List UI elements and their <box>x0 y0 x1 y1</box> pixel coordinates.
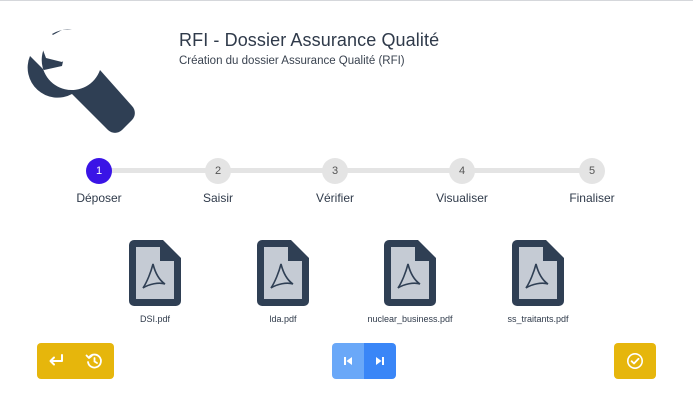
page-subtitle: Création du dossier Assurance Qualité (R… <box>179 55 405 67</box>
pdf-file-icon <box>129 240 181 306</box>
step-label: Finaliser <box>569 191 615 205</box>
file-name: lda.pdf <box>269 314 297 324</box>
reset-button[interactable] <box>74 343 114 379</box>
file-item-dsi[interactable]: DSI.pdf <box>100 240 210 324</box>
first-page-button[interactable] <box>332 343 364 379</box>
skip-to-start-icon <box>344 357 352 365</box>
return-arrow-icon <box>49 354 63 366</box>
step-number: 1 <box>86 158 112 184</box>
file-item-nuclear-business[interactable]: nuclear_business.pdf <box>355 240 465 324</box>
step-label: Vérifier <box>315 191 354 205</box>
step-number: 5 <box>579 158 605 184</box>
skip-to-end-icon <box>376 357 384 365</box>
step-number: 4 <box>449 158 475 184</box>
step-number: 2 <box>205 158 231 184</box>
check-circle-icon <box>627 353 643 369</box>
top-border <box>0 0 693 1</box>
step-label: Saisir <box>202 191 233 205</box>
step-label: Déposer <box>76 191 122 205</box>
file-name: ss_traitants.pdf <box>507 314 569 324</box>
pdf-file-icon <box>384 240 436 306</box>
pdf-file-icon <box>512 240 564 306</box>
step-finaliser[interactable]: 5 Finaliser <box>542 158 642 205</box>
step-visualiser[interactable]: 4 Visualiser <box>412 158 512 205</box>
step-label: Visualiser <box>436 191 488 205</box>
file-item-lda[interactable]: lda.pdf <box>228 240 338 324</box>
file-name: nuclear_business.pdf <box>367 314 453 324</box>
step-saisir[interactable]: 2 Saisir <box>168 158 268 205</box>
pdf-file-icon <box>257 240 309 306</box>
wrench-icon <box>27 29 135 133</box>
page-title: RFI - Dossier Assurance Qualité <box>179 30 440 50</box>
step-verifier[interactable]: 3 Vérifier <box>285 158 385 205</box>
history-reset-icon <box>85 353 102 369</box>
step-deposer[interactable]: 1 Déposer <box>49 158 149 205</box>
back-button[interactable] <box>37 343 74 379</box>
file-name: DSI.pdf <box>139 314 170 324</box>
file-item-ss-traitants[interactable]: ss_traitants.pdf <box>483 240 593 324</box>
validate-button[interactable] <box>614 343 656 379</box>
last-page-button[interactable] <box>364 343 396 379</box>
step-number: 3 <box>322 158 348 184</box>
